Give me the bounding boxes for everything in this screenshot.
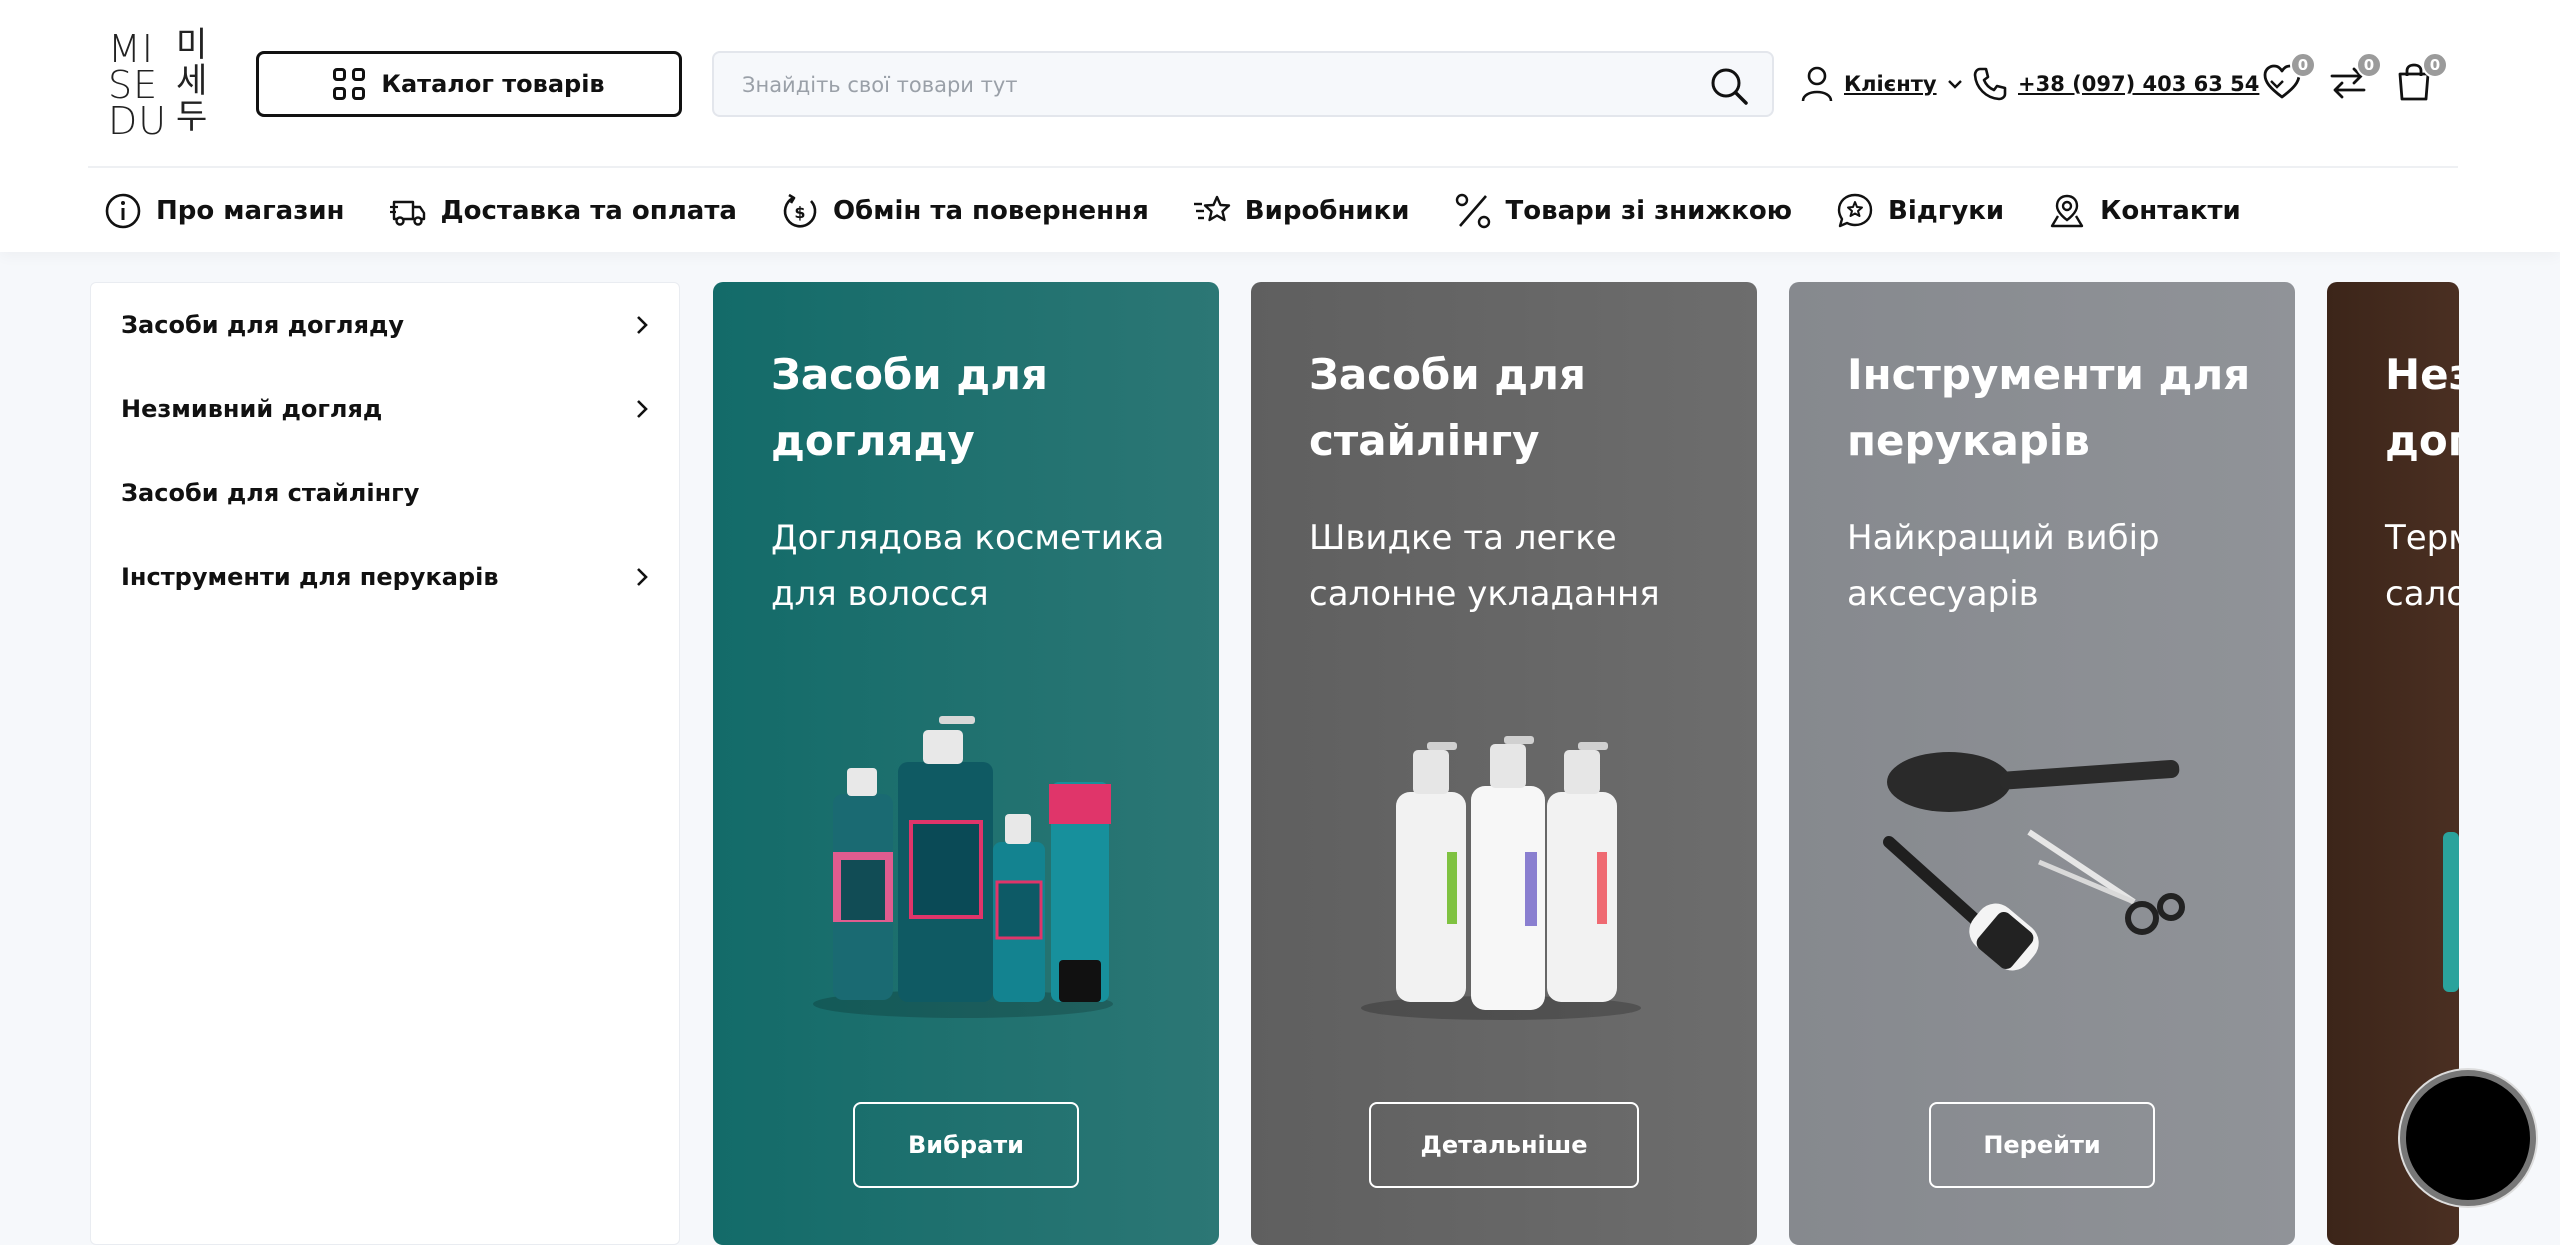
user-icon [1801, 66, 1833, 102]
search-input[interactable] [742, 69, 1642, 101]
location-icon [2050, 194, 2084, 228]
nav-sale[interactable]: Товари зі знижкою [1454, 192, 1793, 230]
chevron-right-icon [637, 568, 648, 586]
wishlist-button[interactable]: 0 [2262, 52, 2316, 106]
header-divider [88, 166, 2458, 168]
phone-icon [1973, 67, 2007, 101]
cart-button[interactable]: 0 [2394, 52, 2448, 106]
logo[interactable]: MI SE DU 미 세 두 [104, 25, 216, 143]
promo-card-tools[interactable]: Інструменти для перукарів Найкращий вибі… [1789, 282, 2295, 1245]
card-button-details[interactable]: Детальніше [1369, 1102, 1639, 1188]
card-button-go[interactable]: Перейти [1929, 1102, 2155, 1188]
nav-delivery-label: Доставка та оплата [440, 196, 737, 226]
logo-letters-du: DU [108, 99, 168, 143]
card-button-select[interactable]: Вибрати [853, 1102, 1079, 1188]
card-subtitle: Швидке та легке салонне укладання [1309, 518, 1660, 614]
wishlist-count: 0 [2290, 52, 2316, 78]
cart-count: 0 [2422, 52, 2448, 78]
phone-number: +38 (097) 403 63 54 [2018, 72, 2260, 96]
card-title-line1: Нез [2385, 350, 2459, 399]
sidebar-item-label: Засоби для стайлінгу [121, 479, 420, 507]
card-title: Засоби для догляду [771, 350, 1048, 465]
card-subtitle-line1: Терм [2385, 518, 2459, 558]
catalog-button-label: Каталог товарів [381, 70, 605, 98]
client-menu-label: Клієнту [1844, 72, 1937, 96]
sidebar-item-label: Незмивний догляд [121, 395, 383, 423]
nav-brands-label: Виробники [1244, 196, 1410, 226]
sidebar-item-leave-in[interactable]: Незмивний догляд [121, 384, 651, 434]
nav-about[interactable]: Про магазин [104, 192, 345, 230]
site-header: MI SE DU 미 세 두 Каталог товарів Клієнту +… [0, 0, 2560, 252]
search-bar [712, 51, 1774, 117]
styling-bottles-image [1361, 736, 1641, 1020]
logo-hangul-du: 두 [176, 97, 209, 137]
sidebar-item-tools[interactable]: Інструменти для перукарів [121, 552, 651, 602]
category-sidebar: Засоби для догляду Незмивний догляд Засо… [90, 282, 680, 1245]
hair-tools-image [1883, 752, 2185, 971]
money-cycle-icon: $ [783, 193, 817, 228]
promo-card-styling[interactable]: Засоби для стайлінгу Швидке та легке сал… [1251, 282, 1757, 1245]
percent-icon [1455, 193, 1490, 229]
grid-icon [333, 68, 366, 100]
chat-widget-button[interactable] [2400, 1070, 2536, 1206]
nav-returns-label: Обмін та повернення [832, 196, 1149, 226]
catalog-button[interactable]: Каталог товарів [256, 51, 682, 117]
client-menu[interactable]: Клієнту [1800, 62, 1963, 106]
nav-about-label: Про магазин [156, 196, 345, 226]
nav-reviews[interactable]: Відгуки [1836, 192, 2004, 230]
nav-contacts[interactable]: Контакти [2048, 192, 2241, 230]
card-subtitle: Терм сало [2385, 510, 2459, 622]
chevron-down-icon [1947, 80, 1962, 89]
sidebar-item-care[interactable]: Засоби для догляду [121, 300, 651, 350]
card-subtitle-line2: сало [2385, 574, 2459, 614]
card-subtitle: Найкращий вибір аксесуарів [1847, 518, 2160, 614]
nav-returns[interactable]: $ Обмін та повернення [781, 192, 1149, 230]
hair-care-bottles-image [813, 716, 1113, 1018]
compare-count: 0 [2356, 52, 2382, 78]
nav-contacts-label: Контакти [2100, 196, 2241, 226]
star-list-icon [1193, 195, 1230, 222]
phone-menu[interactable]: +38 (097) 403 63 54 [1972, 62, 2285, 106]
nav-delivery[interactable]: Доставка та оплата [389, 192, 737, 230]
nav-brands[interactable]: Виробники [1193, 192, 1410, 230]
review-star-icon [1837, 193, 1873, 228]
product-bottle-image [2443, 832, 2459, 992]
svg-text:$: $ [794, 203, 805, 222]
promo-card-care[interactable]: Засоби для догляду Доглядова косметика д… [713, 282, 1219, 1245]
logo-hangul-se: 세 [176, 61, 209, 101]
truck-icon [389, 200, 425, 226]
sidebar-item-label: Засоби для догляду [121, 311, 405, 339]
card-title: Засоби для стайлінгу [1309, 350, 1586, 465]
card-title: Нез доп [2385, 342, 2459, 474]
logo-hangul-mi: 미 [176, 25, 209, 65]
info-icon [105, 193, 141, 229]
chevron-right-icon [637, 316, 648, 334]
sidebar-item-styling[interactable]: Засоби для стайлінгу [121, 468, 651, 518]
nav-reviews-label: Відгуки [1888, 196, 2005, 226]
chevron-right-icon [637, 400, 648, 418]
nav-sale-label: Товари зі знижкою [1505, 196, 1793, 226]
card-title: Інструменти для перукарів [1847, 350, 2251, 465]
main-nav: Про магазин Доставка та оплата $ Обмін т… [104, 186, 2241, 236]
sidebar-item-label: Інструменти для перукарів [121, 563, 499, 591]
card-subtitle: Доглядова косметика для волосся [771, 518, 1165, 614]
search-icon[interactable] [1708, 65, 1750, 107]
compare-button[interactable]: 0 [2328, 52, 2382, 106]
card-title-line2: доп [2385, 416, 2459, 465]
